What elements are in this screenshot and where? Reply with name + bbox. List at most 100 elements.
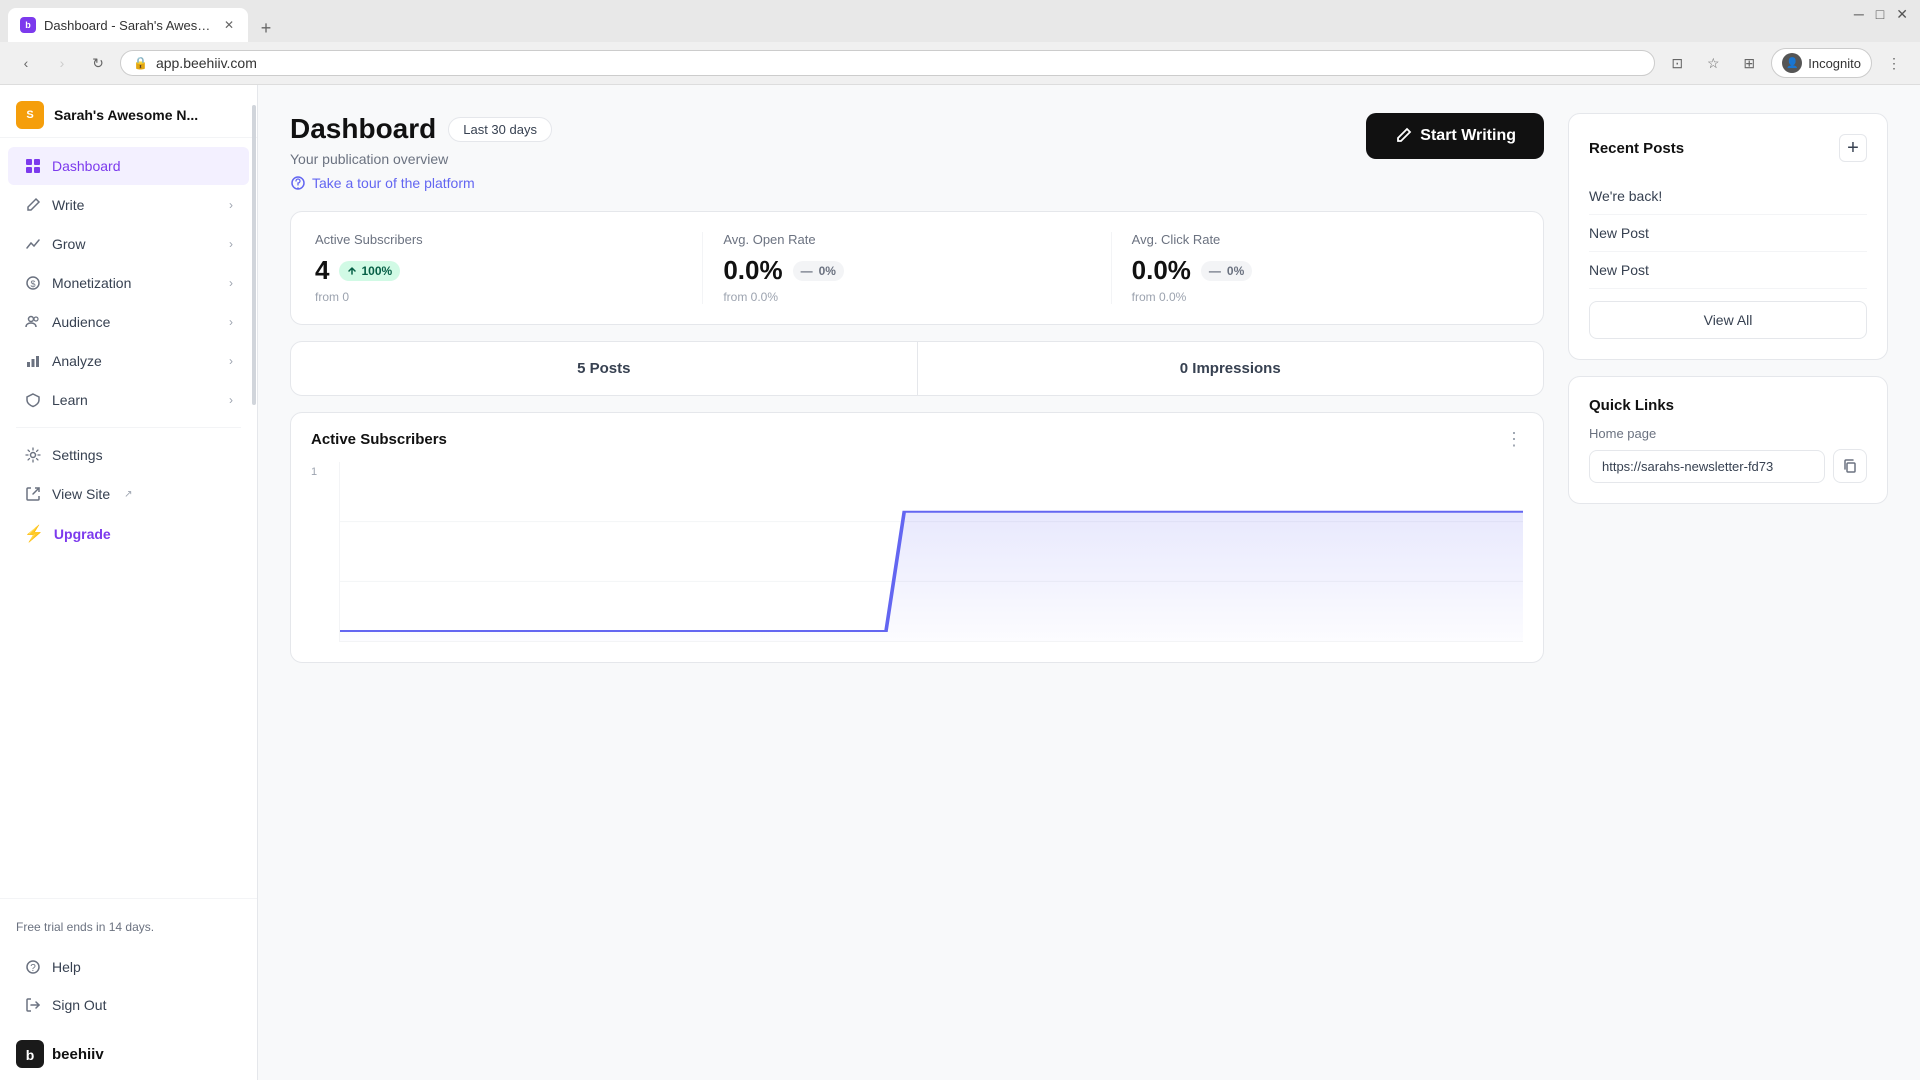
home-page-url-row: https://sarahs-newsletter-fd73: [1589, 449, 1867, 483]
tour-link-text: Take a tour of the platform: [312, 175, 475, 191]
chart-y-1: 1: [311, 466, 323, 478]
sidebar-item-settings[interactable]: Settings: [8, 436, 249, 474]
sidebar-item-learn[interactable]: Learn ›: [8, 381, 249, 419]
svg-text:?: ?: [30, 963, 36, 974]
address-bar[interactable]: 🔒 app.beehiiv.com: [120, 50, 1655, 76]
grow-chevron: ›: [229, 237, 233, 251]
sidebar-item-dashboard[interactable]: Dashboard: [8, 147, 249, 185]
incognito-avatar: 👤: [1782, 53, 1802, 73]
arrow-up-icon: [347, 266, 357, 276]
active-tab[interactable]: b Dashboard - Sarah's Awesome N... ✕: [8, 8, 248, 42]
chart-menu-button[interactable]: ⋮: [1505, 429, 1523, 450]
browser-chrome: b Dashboard - Sarah's Awesome N... ✕ + ─…: [0, 0, 1920, 85]
chart-inner: 1: [311, 462, 1523, 642]
page-title: Dashboard: [290, 113, 436, 145]
recent-posts-header: Recent Posts +: [1589, 134, 1867, 162]
chart-section: Active Subscribers ⋮ 1: [290, 412, 1544, 663]
date-badge[interactable]: Last 30 days: [448, 117, 552, 142]
beehiiv-logo: b beehiiv: [0, 1028, 257, 1080]
back-button[interactable]: ‹: [12, 49, 40, 77]
sidebar-item-help[interactable]: ? Help: [8, 948, 249, 986]
tour-link[interactable]: Take a tour of the platform: [290, 175, 552, 191]
publication-avatar: S: [16, 101, 44, 129]
start-writing-button[interactable]: Start Writing: [1366, 113, 1544, 159]
avg-click-rate-value-row: 0.0% — 0%: [1132, 255, 1499, 286]
view-site-label: View Site: [52, 486, 110, 502]
sidebar-header: S Sarah's Awesome N...: [0, 85, 257, 138]
post-title-2: New Post: [1589, 225, 1649, 241]
monetization-icon: $: [24, 274, 42, 292]
svg-text:b: b: [26, 1047, 35, 1063]
sidebar-item-sign-out[interactable]: Sign Out: [8, 986, 249, 1024]
restore-icon[interactable]: □: [1876, 6, 1884, 23]
post-title-1: We're back!: [1589, 188, 1662, 204]
stats-row: Active Subscribers 4 100% from 0: [315, 232, 1519, 304]
help-icon: ?: [24, 958, 42, 976]
copy-url-button[interactable]: [1833, 449, 1867, 483]
sidebar-item-grow[interactable]: Grow ›: [8, 225, 249, 263]
incognito-label: Incognito: [1808, 56, 1861, 71]
recent-posts-title: Recent Posts: [1589, 140, 1684, 157]
close-window-icon[interactable]: ✕: [1896, 6, 1908, 23]
view-all-button[interactable]: View All: [1589, 301, 1867, 339]
sidebar-nav: Dashboard Write › Grow › $ Mo: [0, 138, 257, 898]
sidebar-item-audience[interactable]: Audience ›: [8, 303, 249, 341]
posts-count: 5 Posts: [291, 342, 918, 395]
post-item-2[interactable]: New Post: [1589, 215, 1867, 252]
home-page-label: Home page: [1589, 426, 1867, 441]
post-item-3[interactable]: New Post: [1589, 252, 1867, 289]
avg-open-rate-label: Avg. Open Rate: [723, 232, 1090, 247]
pencil-icon: [1394, 127, 1412, 145]
settings-label: Settings: [52, 447, 103, 463]
sidebar-footer: Free trial ends in 14 days.: [0, 898, 257, 948]
cast-icon[interactable]: ⊡: [1663, 49, 1691, 77]
active-subscribers-value: 4: [315, 255, 329, 286]
forward-button[interactable]: ›: [48, 49, 76, 77]
extension-icon[interactable]: ⊞: [1735, 49, 1763, 77]
browser-tabs: b Dashboard - Sarah's Awesome N... ✕ + ─…: [0, 0, 1920, 42]
sidebar-scrollbar[interactable]: [251, 85, 257, 1080]
upgrade-icon: ⚡: [24, 524, 44, 544]
active-subscribers-badge: 100%: [339, 261, 400, 281]
add-post-button[interactable]: +: [1839, 134, 1867, 162]
avg-click-rate-from: from 0.0%: [1132, 290, 1499, 304]
sidebar-item-upgrade[interactable]: ⚡ Upgrade: [8, 514, 249, 554]
sidebar-item-write[interactable]: Write ›: [8, 186, 249, 224]
new-tab-button[interactable]: +: [252, 14, 280, 42]
avg-click-rate-badge: — 0%: [1201, 261, 1252, 281]
post-item-1[interactable]: We're back!: [1589, 178, 1867, 215]
sidebar-item-analyze[interactable]: Analyze ›: [8, 342, 249, 380]
publication-name: Sarah's Awesome N...: [54, 107, 198, 123]
minimize-icon[interactable]: ─: [1854, 6, 1864, 23]
avg-open-rate-from: from 0.0%: [723, 290, 1090, 304]
browser-toolbar: ‹ › ↻ 🔒 app.beehiiv.com ⊡ ☆ ⊞ 👤 Incognit…: [0, 42, 1920, 84]
analyze-label: Analyze: [52, 353, 102, 369]
toolbar-actions: ⊡ ☆ ⊞ 👤 Incognito ⋮: [1663, 48, 1908, 78]
write-chevron: ›: [229, 198, 233, 212]
impressions-count: 0 Impressions: [918, 342, 1544, 395]
sidebar-item-monetization[interactable]: $ Monetization ›: [8, 264, 249, 302]
bookmark-icon[interactable]: ☆: [1699, 49, 1727, 77]
dashboard-title-row: Dashboard Last 30 days: [290, 113, 552, 145]
right-panel: Recent Posts + We're back! New Post New …: [1568, 113, 1888, 1052]
sign-out-label: Sign Out: [52, 997, 106, 1013]
menu-icon[interactable]: ⋮: [1880, 49, 1908, 77]
refresh-button[interactable]: ↻: [84, 49, 112, 77]
dashboard-label: Dashboard: [52, 158, 121, 174]
grow-icon: [24, 235, 42, 253]
avg-open-rate-stat: Avg. Open Rate 0.0% — 0% from 0.0%: [703, 232, 1111, 304]
nav-divider: [16, 427, 241, 428]
page-subtitle: Your publication overview: [290, 151, 552, 167]
dashboard-header: Dashboard Last 30 days Your publication …: [290, 113, 1544, 191]
incognito-button[interactable]: 👤 Incognito: [1771, 48, 1872, 78]
avg-open-rate-badge: — 0%: [793, 261, 844, 281]
avg-click-rate-value: 0.0%: [1132, 255, 1191, 286]
chart-body: 1: [291, 462, 1543, 662]
home-page-url: https://sarahs-newsletter-fd73: [1589, 450, 1825, 483]
chart-header: Active Subscribers ⋮: [291, 413, 1543, 462]
sidebar-item-view-site[interactable]: View Site ↗: [8, 475, 249, 513]
upgrade-label: Upgrade: [54, 526, 111, 542]
external-link-icon: ↗: [124, 489, 132, 500]
tab-close-icon[interactable]: ✕: [222, 16, 236, 34]
active-subscribers-value-row: 4 100%: [315, 255, 682, 286]
